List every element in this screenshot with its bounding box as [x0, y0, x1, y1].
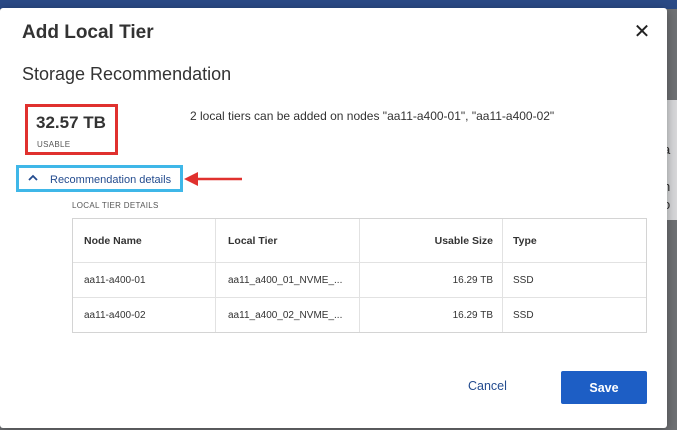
table-row: aa11-a400-02 aa11_a400_02_NVME_... 16.29…	[73, 298, 646, 333]
column-header-node-name[interactable]: Node Name	[84, 219, 214, 262]
recommendation-details-link[interactable]: Recommendation details	[50, 174, 171, 186]
cancel-button[interactable]: Cancel	[468, 379, 507, 393]
cell-usable-size: 16.29 TB	[452, 310, 493, 321]
save-button[interactable]: Save	[561, 371, 647, 404]
red-arrow-annotation	[184, 172, 242, 186]
usable-capacity-box: 32.57 TB USABLE	[25, 104, 118, 155]
table-row: aa11-a400-01 aa11_a400_01_NVME_... 16.29…	[73, 263, 646, 298]
close-button[interactable]: ✕	[630, 20, 654, 44]
recommendation-details-toggle[interactable]: Recommendation details	[16, 165, 183, 192]
usable-capacity-value: 32.57 TB	[36, 113, 106, 132]
local-tier-details-table: Node Name Local Tier Usable Size Type aa…	[72, 218, 647, 333]
cell-usable-size: 16.29 TB	[452, 274, 493, 286]
dialog-title: Add Local Tier	[22, 22, 154, 43]
usable-capacity-label: USABLE	[37, 140, 71, 149]
cell-type: SSD	[513, 310, 534, 321]
recommendation-summary: 2 local tiers can be added on nodes "aa1…	[190, 109, 555, 123]
add-local-tier-dialog: Add Local Tier ✕ Storage Recommendation …	[0, 8, 667, 428]
table-header-row: Node Name Local Tier Usable Size Type	[73, 219, 646, 263]
cell-type: SSD	[513, 274, 534, 286]
close-icon: ✕	[633, 21, 651, 43]
cell-node-name: aa11-a400-02	[84, 310, 146, 321]
section-title: Storage Recommendation	[22, 64, 232, 84]
column-header-local-tier[interactable]: Local Tier	[228, 219, 358, 262]
chevron-up-icon[interactable]	[26, 171, 40, 185]
cell-node-name: aa11-a400-01	[84, 274, 146, 286]
cell-local-tier: aa11_a400_01_NVME_...	[228, 274, 343, 286]
table-caption: LOCAL TIER DETAILS	[72, 201, 159, 210]
column-header-type[interactable]: Type	[513, 219, 573, 262]
column-header-usable-size[interactable]: Usable Size	[363, 219, 493, 262]
cell-local-tier: aa11_a400_02_NVME_...	[228, 310, 343, 321]
